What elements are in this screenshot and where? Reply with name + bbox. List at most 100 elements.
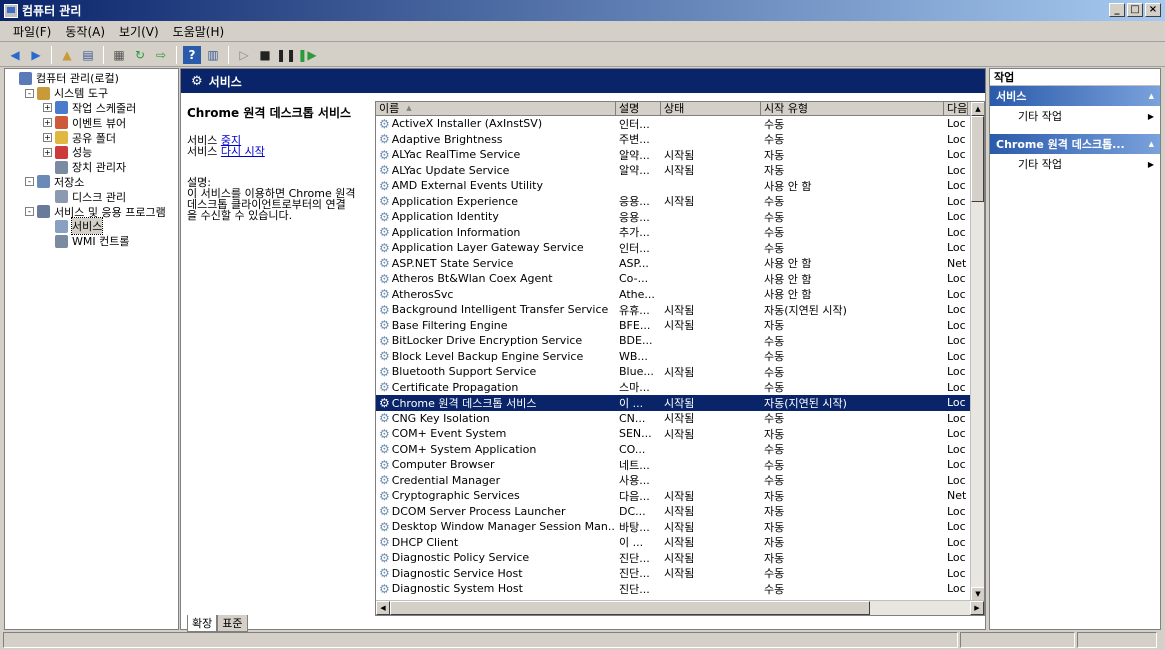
table-row[interactable]: ⚙ DHCP Client 이 ... 시작됨 자동 Loc — [376, 535, 984, 551]
service-description: 응용... — [619, 195, 650, 209]
service-name: ⚙ Diagnostic System Host — [376, 582, 616, 596]
up-folder-icon[interactable]: ▲ — [58, 46, 76, 64]
table-row[interactable]: ⚙ Cryptographic Services 다음... 시작됨 자동 Net — [376, 488, 984, 504]
table-row[interactable]: ⚙ Bluetooth Support Service Blue... 시작됨 수동 Lo… — [376, 364, 984, 380]
scroll-down-arrow[interactable]: ▼ — [971, 587, 984, 601]
table-row[interactable]: ⚙ Application Layer Gateway Service 인터... 수… — [376, 240, 984, 256]
tree-node[interactable]: + 작업 스케줄러 — [5, 101, 178, 116]
table-row[interactable]: ⚙ AtherosSvc Athe... 사용 안 함 Loc — [376, 287, 984, 303]
horizontal-scroll-thumb[interactable] — [390, 601, 870, 615]
actions-group-services[interactable]: 서비스 ▲ — [990, 86, 1160, 106]
table-row[interactable]: ⚙ ActiveX Installer (AxInstSV) 인터... 수동 Loc — [376, 116, 984, 132]
column-header-name[interactable]: 이름 ▲ — [376, 102, 616, 115]
table-row[interactable]: ⚙ AMD External Events Utility 사용 안 함 Loc — [376, 178, 984, 194]
column-header-status[interactable]: 상태 — [661, 102, 761, 115]
table-row[interactable]: ⚙ Background Intelligent Transfer Service… — [376, 302, 984, 318]
table-row[interactable]: ⚙ Diagnostic System Host 진단... 수동 Loc — [376, 581, 984, 597]
menu-file[interactable]: 파일(F) — [6, 23, 58, 40]
close-button[interactable]: × — [1145, 3, 1161, 17]
play-icon[interactable]: ▷ — [235, 46, 253, 64]
tree-node[interactable]: - 시스템 도구 — [5, 86, 178, 101]
view-icon[interactable]: ▥ — [204, 46, 222, 64]
table-row[interactable]: ⚙ Diagnostic Service Host 진단... 시작됨 수동 Loc — [376, 566, 984, 582]
actions-group-chrome-remote-desktop[interactable]: Chrome 원격 데스크톱... ▲ — [990, 134, 1160, 154]
table-row[interactable]: ⚙ Chrome 원격 데스크톱 서비스 이 ... 시작됨 자동(지연된 시작) Loc — [376, 395, 984, 411]
service-name-text: CNG Key Isolation — [391, 411, 490, 425]
menu-help[interactable]: 도움말(H) — [166, 23, 232, 40]
maximize-button[interactable]: □ — [1127, 3, 1143, 17]
scroll-thumb[interactable] — [971, 116, 984, 202]
table-row[interactable]: ⚙ COM+ Event System SEN... 시작됨 자동 Loc — [376, 426, 984, 442]
table-row[interactable]: ⚙ Certificate Propagation 스마... 수동 Loc — [376, 380, 984, 396]
tree-node[interactable]: 장치 관리자 — [5, 160, 178, 175]
menu-view[interactable]: 보기(V) — [112, 23, 166, 40]
table-row[interactable]: ⚙ CNG Key Isolation CN... 시작됨 수동 Loc — [376, 411, 984, 427]
tree-node[interactable]: 서비스 — [5, 217, 178, 236]
expand-icon[interactable]: + — [43, 103, 52, 113]
minimize-button[interactable]: _ — [1109, 3, 1125, 17]
toolbar-divider — [176, 45, 177, 64]
table-row[interactable]: ⚙ Application Information 추가... 수동 Loc — [376, 225, 984, 241]
table-row[interactable]: ⚙ Atheros Bt&Wlan Coex Agent Co-... 사용 안 함L… — [376, 271, 984, 287]
service-log-on-as: Loc — [947, 520, 966, 534]
table-row[interactable]: ⚙ BitLocker Drive Encryption Service BDE..… — [376, 333, 984, 349]
export-list-icon[interactable]: ⇨ — [152, 46, 170, 64]
sort-ascending-icon: ▲ — [406, 104, 412, 112]
column-header-log-on-as[interactable]: 다음 — [944, 102, 968, 115]
table-row[interactable]: ⚙ ALYac RealTime Service 알약... 시작됨 자동 Loc — [376, 147, 984, 163]
horizontal-scrollbar[interactable]: ◀ ▶ — [376, 600, 984, 615]
tab-extended[interactable]: 확장 — [187, 615, 218, 632]
more-actions-item[interactable]: 기타 작업 ▶ — [990, 154, 1160, 174]
tree-node[interactable]: WMI 컨트롤 — [5, 234, 178, 249]
tab-standard[interactable]: 표준 — [217, 615, 248, 632]
service-name-text: Diagnostic Policy Service — [391, 551, 530, 565]
table-row[interactable]: ⚙ Block Level Backup Engine Service WB... 수… — [376, 349, 984, 365]
collapse-tree-icon[interactable]: - — [25, 177, 34, 187]
stop-icon[interactable]: ■ — [256, 46, 274, 64]
table-row[interactable]: ⚙ ALYac Update Service 알약... 시작됨 자동 Loc — [376, 163, 984, 179]
restart-service-link[interactable]: 다시 시작 — [221, 145, 265, 158]
service-log-on-as: Loc — [947, 427, 966, 441]
table-row[interactable]: ⚙ Diagnostic Policy Service 진단... 시작됨 자동 Loc — [376, 550, 984, 566]
more-actions-item[interactable]: 기타 작업 ▶ — [990, 106, 1160, 126]
show-tree-icon[interactable]: ▤ — [79, 46, 97, 64]
gear-icon: ⚙ — [379, 163, 390, 178]
pause-icon[interactable]: ❚❚ — [276, 46, 296, 64]
expand-icon[interactable]: + — [43, 118, 52, 128]
table-row[interactable]: ⚙ Adaptive Brightness 주변... 수동 Loc — [376, 132, 984, 148]
restart-icon[interactable]: ❚▶ — [297, 46, 316, 64]
table-row[interactable]: ⚙ Application Identity 응용... 수동 Loc — [376, 209, 984, 225]
menu-action[interactable]: 동작(A) — [58, 23, 112, 40]
table-row[interactable]: ⚙ COM+ System Application CO... 수동 Loc — [376, 442, 984, 458]
help-icon[interactable]: ? — [183, 45, 201, 64]
table-row[interactable]: ⚙ Credential Manager 사용... 수동 Loc — [376, 473, 984, 489]
column-header-description[interactable]: 설명 — [616, 102, 661, 115]
tree-node[interactable]: - 서비스 및 응용 프로그램 — [5, 204, 178, 219]
table-row[interactable]: ⚙ Base Filtering Engine BFE... 시작됨 자동 Loc — [376, 318, 984, 334]
tree-node[interactable]: 디스크 관리 — [5, 189, 178, 204]
column-header-startup-type[interactable]: 시작 유형 — [761, 102, 944, 115]
tree-node[interactable]: 컴퓨터 관리(로컬) — [5, 71, 178, 86]
tree-node[interactable]: + 성능 — [5, 145, 178, 160]
table-row[interactable]: ⚙ Desktop Window Manager Session Man... 바탕… — [376, 519, 984, 535]
back-icon[interactable]: ◀ — [6, 46, 24, 64]
vertical-scrollbar[interactable]: ▲ ▼ — [970, 102, 984, 601]
refresh-icon[interactable]: ↻ — [131, 46, 149, 64]
export-icon[interactable]: ▦ — [110, 46, 128, 64]
table-row[interactable]: ⚙ DCOM Server Process Launcher DC... 시작됨 자동 L… — [376, 504, 984, 520]
collapse-tree-icon[interactable]: - — [25, 207, 34, 217]
forward-icon[interactable]: ▶ — [27, 46, 45, 64]
expand-icon[interactable]: + — [43, 147, 52, 157]
scroll-left-arrow[interactable]: ◀ — [376, 601, 390, 615]
collapse-tree-icon[interactable]: - — [25, 88, 34, 98]
scroll-right-arrow[interactable]: ▶ — [970, 601, 984, 615]
scroll-up-arrow[interactable]: ▲ — [971, 102, 984, 116]
tree-node[interactable]: + 공유 폴더 — [5, 130, 178, 145]
tree-node[interactable]: + 이벤트 뷰어 — [5, 115, 178, 130]
service-description: 알약... — [619, 164, 650, 178]
table-row[interactable]: ⚙ Computer Browser 네트... 수동 Loc — [376, 457, 984, 473]
expand-icon[interactable]: + — [43, 133, 52, 143]
tree-node[interactable]: - 저장소 — [5, 175, 178, 190]
table-row[interactable]: ⚙ ASP.NET State Service ASP... 사용 안 함 Net — [376, 256, 984, 272]
table-row[interactable]: ⚙ Application Experience 응용... 시작됨 수동 Loc — [376, 194, 984, 210]
